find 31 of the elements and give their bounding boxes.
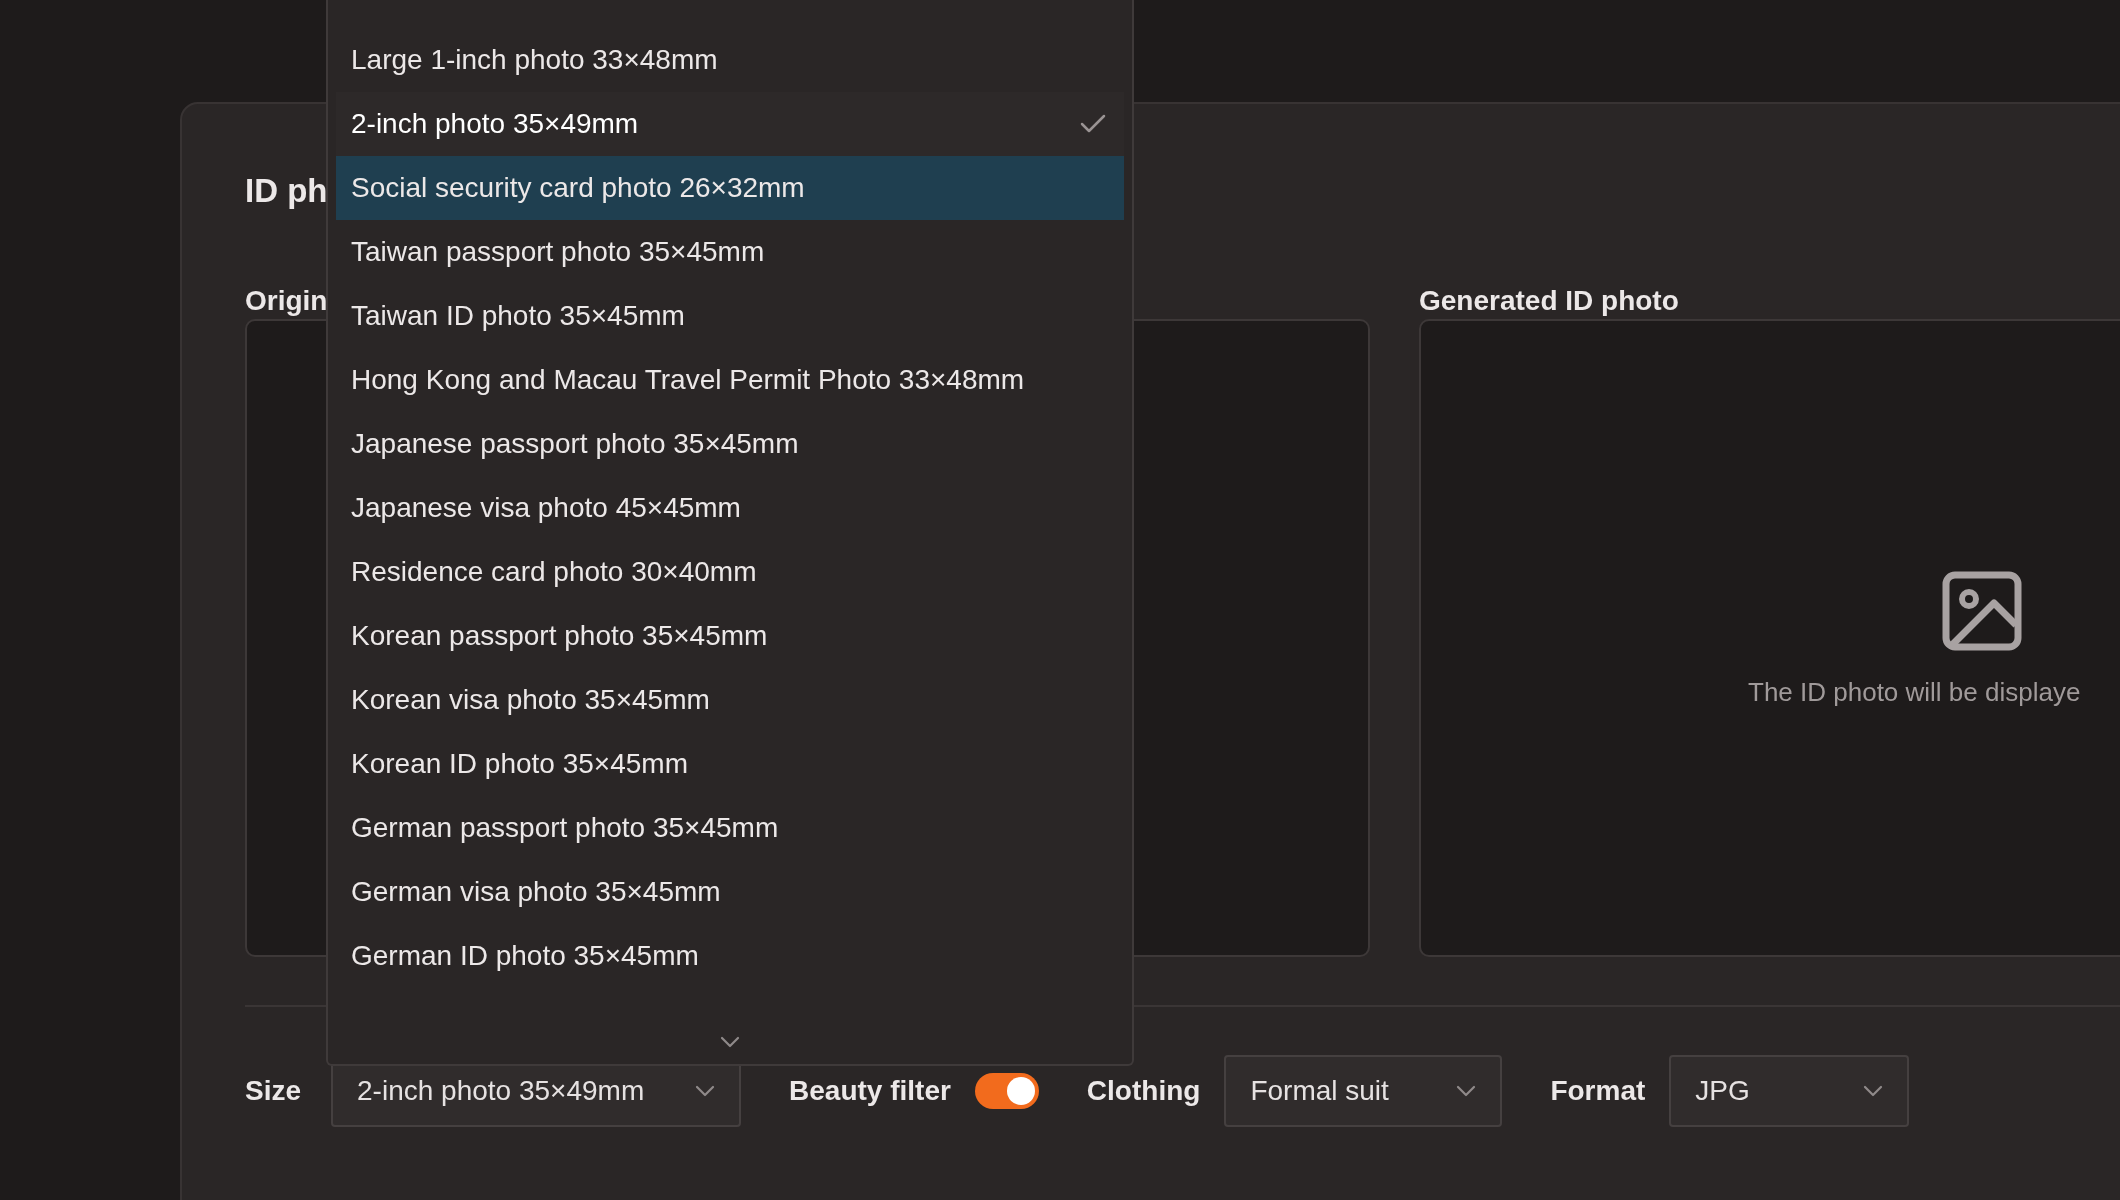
page-title: ID ph — [245, 172, 328, 210]
menu-item[interactable]: Korean ID photo 35×45mm — [336, 732, 1124, 796]
setting-label: Format — [1550, 1075, 1646, 1107]
setting-label: Beauty filter — [789, 1075, 951, 1107]
setting-label: Clothing — [1086, 1075, 1201, 1107]
chevron-down-icon — [1863, 1085, 1884, 1097]
menu-item[interactable]: Japanese visa photo 45×45mm — [336, 476, 1124, 540]
check-icon — [1080, 114, 1106, 134]
menu-item[interactable]: Korean passport photo 35×45mm — [336, 604, 1124, 668]
menu-item[interactable]: German ID photo 35×45mm — [336, 924, 1124, 988]
select-dropdown[interactable]: JPG — [1669, 1055, 1910, 1127]
placeholder-text: The ID photo will be displaye — [1748, 677, 2081, 708]
menu-item[interactable]: Social security card photo 26×32mm — [336, 156, 1124, 220]
original-label: Origin — [245, 284, 328, 318]
image-icon — [1941, 571, 2022, 651]
toggle-switch[interactable] — [974, 1073, 1039, 1109]
menu-item[interactable]: Residence card photo 30×40mm — [336, 540, 1124, 604]
menu-item[interactable]: Large 1-inch photo 33×48mm — [336, 28, 1124, 92]
chevron-down-icon — [1456, 1085, 1477, 1097]
menu-item[interactable]: Korean visa photo 35×45mm — [336, 668, 1124, 732]
menu-item[interactable]: Taiwan ID photo 35×45mm — [336, 284, 1124, 348]
generated-label: Generated ID photo — [1419, 284, 1679, 318]
menu-item[interactable]: Japanese passport photo 35×45mm — [336, 412, 1124, 476]
setting-label: Size — [245, 1075, 302, 1107]
menu-item[interactable]: Taiwan passport photo 35×45mm — [336, 220, 1124, 284]
menu-item[interactable]: Hong Kong and Macau Travel Permit Photo 33×48mm — [336, 348, 1124, 412]
menu-item[interactable]: German passport photo 35×45mm — [336, 796, 1124, 860]
select-dropdown[interactable]: Formal suit — [1224, 1055, 1503, 1127]
menu-item[interactable]: German visa photo 35×45mm — [336, 860, 1124, 924]
scroll-down-icon — [720, 1036, 740, 1048]
chevron-down-icon — [695, 1085, 716, 1097]
